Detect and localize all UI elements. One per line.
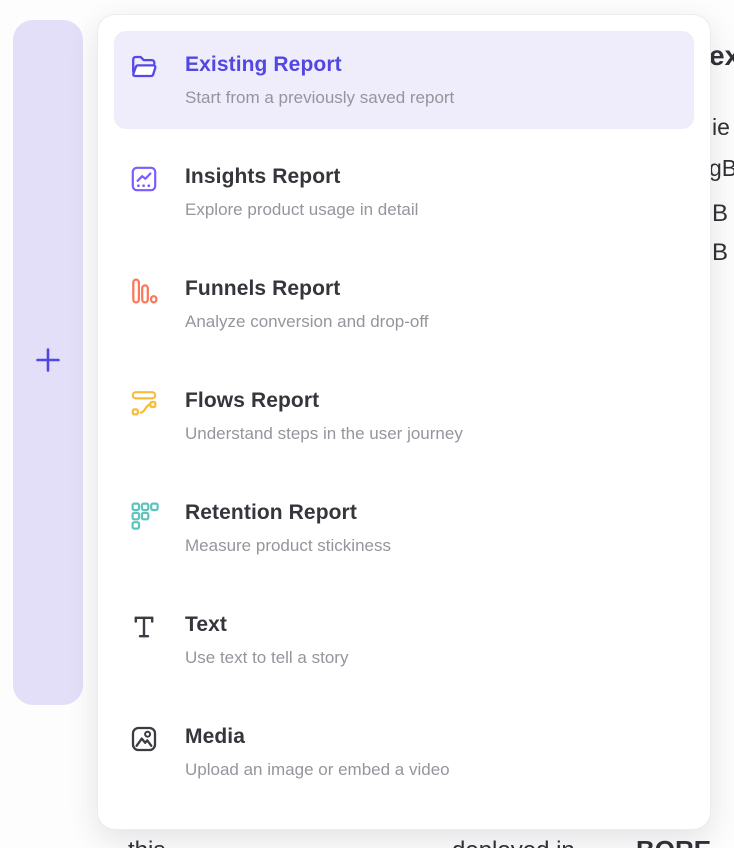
background-text-fragment: BORE — [636, 835, 711, 848]
menu-item-title: Retention Report — [185, 500, 391, 526]
background-text-fragment: this — [128, 837, 165, 848]
menu-item-title: Insights Report — [185, 164, 418, 190]
menu-item-title: Flows Report — [185, 388, 463, 414]
background-text-fragment: B — [712, 239, 728, 267]
menu-item-title: Existing Report — [185, 52, 454, 78]
menu-item-flows-report[interactable]: Flows Report Understand steps in the use… — [114, 367, 694, 465]
flows-icon — [129, 388, 159, 418]
menu-item-text[interactable]: Text Use text to tell a story — [114, 591, 694, 689]
retention-grid-icon — [129, 500, 159, 530]
menu-item-title: Media — [185, 724, 450, 750]
add-report-menu: Existing Report Start from a previously … — [97, 14, 711, 830]
menu-item-subtitle: Analyze conversion and drop-off — [185, 311, 429, 333]
menu-list: Existing Report Start from a previously … — [114, 31, 694, 801]
text-icon — [129, 612, 159, 642]
menu-item-insights-report[interactable]: Insights Report Explore product usage in… — [114, 143, 694, 241]
menu-item-title: Funnels Report — [185, 276, 429, 302]
menu-item-subtitle: Explore product usage in detail — [185, 199, 418, 221]
media-image-icon — [129, 724, 159, 754]
plus-icon[interactable] — [33, 345, 63, 380]
menu-item-retention-report[interactable]: Retention Report Measure product stickin… — [114, 479, 694, 577]
background-text-fragment: B — [712, 200, 728, 228]
menu-item-existing-report[interactable]: Existing Report Start from a previously … — [114, 31, 694, 129]
funnel-bars-icon — [129, 276, 159, 306]
menu-item-media[interactable]: Media Upload an image or embed a video — [114, 703, 694, 801]
add-card-sidebar[interactable] — [13, 20, 83, 705]
insights-chart-icon — [129, 164, 159, 194]
background-text-fragment: gB — [709, 155, 734, 182]
background-text-fragment: ex — [709, 40, 734, 72]
background-text-fragment: deployed in — [452, 837, 575, 848]
menu-item-subtitle: Understand steps in the user journey — [185, 423, 463, 445]
menu-item-subtitle: Measure product stickiness — [185, 535, 391, 557]
menu-item-title: Text — [185, 612, 348, 638]
menu-item-subtitle: Upload an image or embed a video — [185, 759, 450, 781]
menu-item-funnels-report[interactable]: Funnels Report Analyze conversion and dr… — [114, 255, 694, 353]
menu-item-subtitle: Use text to tell a story — [185, 647, 348, 669]
menu-item-subtitle: Start from a previously saved report — [185, 87, 454, 109]
folder-open-icon — [129, 52, 159, 82]
background-text-fragment: ie — [712, 114, 730, 141]
board-canvas: ex ie gB B B this deployed in BORE Exist… — [0, 0, 734, 848]
